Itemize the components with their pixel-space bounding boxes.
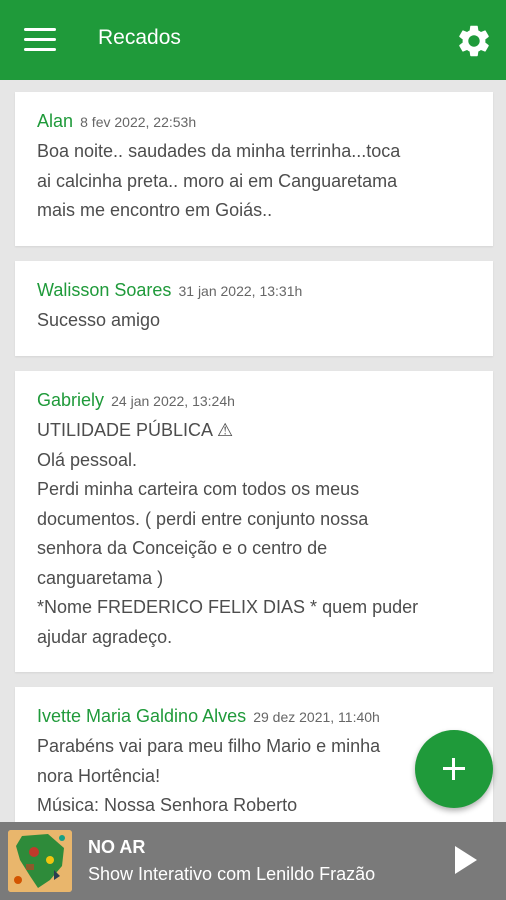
messages-feed[interactable]: Alan 8 fev 2022, 22:53h Boa noite.. saud… — [0, 80, 506, 822]
station-artwork — [8, 830, 72, 892]
page-title: Recados — [98, 26, 181, 49]
message-date: 31 jan 2022, 13:31h — [178, 283, 303, 299]
menu-icon[interactable] — [24, 28, 56, 52]
message-text: Boa noite.. saudades da minha terrinha..… — [37, 141, 401, 220]
message-date: 29 dez 2021, 11:40h — [253, 709, 380, 725]
message-author: Walisson Soares — [37, 280, 172, 300]
player-show-name: Show Interativo com Lenildo Frazão — [88, 864, 376, 884]
message-text: Parabéns vai para meu filho Mario e minh… — [37, 736, 381, 815]
message-date: 24 jan 2022, 13:24h — [111, 393, 235, 409]
gear-icon[interactable] — [455, 22, 493, 60]
message-author: Gabriely — [37, 390, 105, 410]
radio-player-bar[interactable]: NO AR Show Interativo com Lenildo Frazão — [0, 822, 506, 900]
player-status: NO AR — [88, 837, 146, 857]
message-text: UTILIDADE PÚBLICA ⚠ Olá pessoal. Perdi m… — [37, 420, 419, 647]
message-card: Gabriely 24 jan 2022, 13:24h UTILIDADE P… — [15, 371, 493, 672]
message-card: Walisson Soares 31 jan 2022, 13:31h Suce… — [15, 261, 493, 356]
app-bar: Recados — [0, 0, 506, 80]
play-icon[interactable] — [455, 846, 477, 874]
message-author: Alan — [37, 111, 74, 131]
message-author: Ivette Maria Galdino Alves — [37, 706, 247, 726]
message-card: Alan 8 fev 2022, 22:53h Boa noite.. saud… — [15, 92, 493, 246]
message-date: 8 fev 2022, 22:53h — [80, 114, 197, 130]
message-text: Sucesso amigo — [37, 310, 161, 330]
add-message-button[interactable] — [415, 730, 493, 808]
